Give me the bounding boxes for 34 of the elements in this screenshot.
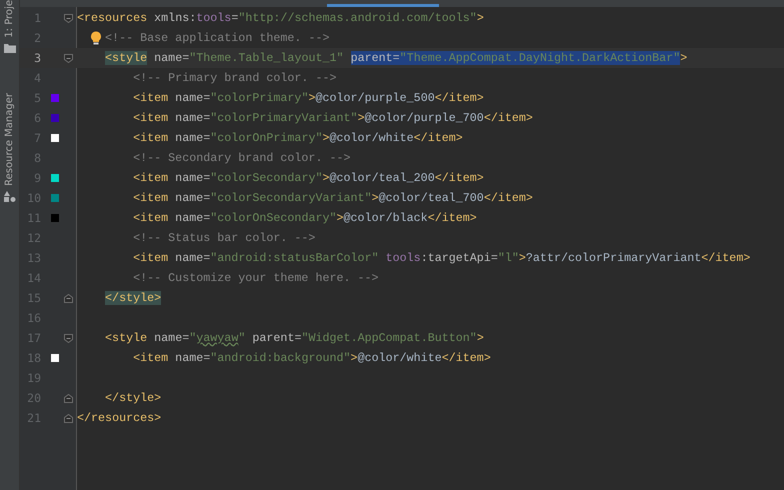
color-swatch[interactable] [51, 134, 59, 142]
code-line: <item name="android:statusBarColor" tools:targetApi="l">?attr/colorPrimaryVariant</item> [133, 250, 750, 266]
code-line: <item name="android:background">@color/white</item> [133, 350, 491, 366]
fold-marker-icon[interactable] [64, 54, 72, 62]
code-line: <resources xmlns:tools="http://schemas.android.com/tools"> [77, 10, 484, 26]
code-line: <item name="colorSecondary">@color/teal_200</item> [133, 170, 484, 186]
color-swatch[interactable] [51, 174, 59, 182]
color-swatch[interactable] [51, 354, 59, 362]
fold-marker-icon[interactable] [64, 334, 72, 342]
color-swatch[interactable] [51, 114, 59, 122]
code-line: <!-- Base application theme. --> [105, 30, 330, 46]
code-line: <item name="colorPrimaryVariant">@color/purple_700</item> [133, 110, 533, 126]
color-swatch[interactable] [51, 214, 59, 222]
code-line: </style> [105, 390, 162, 406]
line-number: 3 [33, 51, 41, 65]
code-line: </resources> [77, 410, 162, 426]
tool-window-button[interactable]: Resource Manager [0, 92, 19, 202]
code-line: <item name="colorOnSecondary">@color/black</item> [133, 210, 477, 226]
code-line: <item name="colorPrimary">@color/purple_500</item> [133, 90, 484, 106]
fold-marker-icon[interactable] [64, 14, 72, 22]
code-line: <item name="colorSecondaryVariant">@color/teal_700</item> [133, 190, 533, 206]
code-line: <!-- Customize your theme here. --> [133, 270, 379, 286]
code-line: <!-- Status bar color. --> [133, 230, 316, 246]
code-line: <style name="yawyaw" parent="Widget.AppCompat.Button"> [105, 330, 484, 346]
shapes-icon [4, 190, 16, 202]
color-swatch[interactable] [51, 194, 59, 202]
code-line: <!-- Primary brand color. --> [133, 70, 336, 86]
code-line: <style name="Theme.Table_layout_1" parent="Theme.AppCompat.DayNight.DarkActionBar"> [105, 50, 688, 66]
code-line: <!-- Secondary brand color. --> [133, 150, 351, 166]
code-line: <item name="colorOnPrimary">@color/white</item> [133, 130, 463, 146]
color-swatch[interactable] [51, 94, 59, 102]
lightbulb-icon[interactable] [90, 31, 102, 45]
tool-window-button[interactable]: 1: Proje [0, 0, 19, 53]
folder-icon [4, 42, 16, 53]
